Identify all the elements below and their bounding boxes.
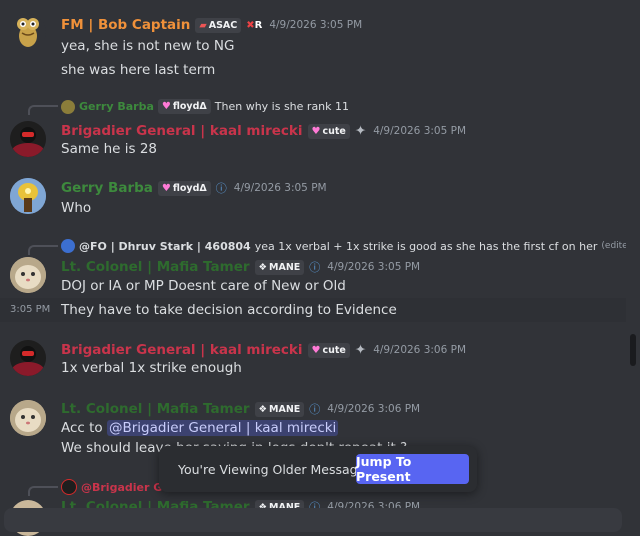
reply-preview[interactable]: @Brigadier Ge [61,479,170,495]
reply-preview[interactable]: @FO | Dhruv Stark | 460804 yea 1x verbal… [61,239,637,253]
message-text: Acc to @Brigadier General | kaal mirecki [61,420,339,436]
timestamp[interactable]: 4/9/2026 3:06 PM [327,403,420,415]
role-badge[interactable]: ❖ MANE [254,401,305,417]
avatar[interactable] [10,14,46,50]
info-icon: ⓘ [309,403,321,416]
role-badge[interactable]: ♥ cute [307,123,350,139]
r-badge-icon: ✖ [246,19,255,31]
avatar[interactable] [10,257,46,293]
message: Gerry Barba ♥ floydΔ ⓘ 4/9/2026 3:05 PM W… [0,170,626,225]
reply-author[interactable]: Gerry Barba [79,100,154,113]
diamond-icon: ❖ [258,261,268,273]
cat-avatar-icon [10,400,46,436]
reply-spine [28,486,58,496]
message-input[interactable] [4,508,622,532]
message-text: 1x verbal 1x strike enough [61,360,242,376]
older-messages-banner: You're Viewing Older Messages Jump To Pr… [159,446,477,492]
avatar[interactable] [10,400,46,436]
role-badge[interactable]: ❖ MANE [254,259,305,275]
message: Gerry Barba ♥ floydΔ Then why is she rank… [0,95,626,165]
hover-timestamp[interactable]: 3:05 PM [10,304,50,315]
heart-icon: ♥ [311,344,321,356]
text-prefix: Acc to [61,420,107,436]
message-text: Who [61,200,92,216]
role-badge[interactable]: ▰ ASAC [195,17,242,33]
reply-preview[interactable]: Gerry Barba ♥ floydΔ Then why is she rank… [61,99,349,114]
reply-author[interactable]: @Brigadier Ge [81,481,170,494]
reply-text: yea 1x verbal + 1x strike is good as she… [254,239,598,253]
scrollbar-thumb[interactable] [630,334,636,366]
timestamp[interactable]: 4/9/2026 3:05 PM [373,125,466,137]
author-name[interactable]: Brigadier General | kaal mirecki [61,342,303,358]
role-badge[interactable]: ♥ floydΔ [157,180,211,196]
author-name[interactable]: FM | Bob Captain [61,17,190,33]
timestamp[interactable]: 4/9/2026 3:05 PM [234,182,327,194]
jump-to-present-button[interactable]: Jump To Present [356,454,469,484]
role-icon: ✖R [246,19,263,31]
user-mention[interactable]: @Brigadier General | kaal mirecki [106,420,339,436]
avatar[interactable] [10,178,46,214]
avatar[interactable] [10,121,46,157]
avatar-image [10,121,46,157]
timestamp[interactable]: 4/9/2026 3:05 PM [269,19,362,31]
avatar[interactable] [10,340,46,376]
badge-icon: ▰ [199,19,207,31]
author-name[interactable]: Lt. Colonel | Mafia Tamer [61,401,250,417]
reply-text: Then why is she rank 11 [214,100,350,113]
cat-avatar-icon [10,257,46,293]
message-text: Same he is 28 [61,141,157,157]
avatar-image [10,178,46,214]
heart-icon: ♥ [311,125,321,137]
reply-spine [28,245,58,255]
message: @FO | Dhruv Stark | 460804 yea 1x verbal… [0,235,637,297]
reply-avatar [61,239,75,253]
star-icon: ✦ [354,123,367,139]
scrollbar[interactable] [626,0,640,525]
message-text: she was here last term [61,62,216,78]
reply-avatar [61,99,75,114]
heart-icon: ♥ [161,182,171,194]
diamond-icon: ❖ [258,403,268,415]
banner-text: You're Viewing Older Messages [178,461,372,477]
role-badge[interactable]: ♥ floydΔ [157,99,211,114]
message-text: They have to take decision according to … [61,302,397,318]
message-text: DOJ or IA or MP Doesnt care of New or Ol… [61,278,346,294]
star-icon: ✦ [354,342,367,358]
heart-icon: ♥ [161,101,171,112]
avatar-image [10,340,46,376]
author-name[interactable]: Brigadier General | kaal mirecki [61,123,303,139]
message-text: yea, she is not new to NG [61,38,235,54]
reply-avatar [61,479,77,495]
reply-spine [28,105,58,115]
author-name[interactable]: Lt. Colonel | Mafia Tamer [61,259,250,275]
message: FM | Bob Captain ▰ ASAC ✖R 4/9/2026 3:05… [0,0,626,90]
timestamp[interactable]: 4/9/2026 3:05 PM [327,261,420,273]
info-icon: ⓘ [215,182,227,195]
message: Brigadier General | kaal mirecki ♥ cute ✦… [0,336,626,391]
timestamp[interactable]: 4/9/2026 3:06 PM [373,344,466,356]
author-name[interactable]: Gerry Barba [61,180,153,196]
info-icon: ⓘ [309,261,321,274]
reply-author[interactable]: @FO | Dhruv Stark | 460804 [79,240,251,253]
frog-avatar-icon [17,18,39,47]
role-badge[interactable]: ♥ cute [307,342,350,358]
